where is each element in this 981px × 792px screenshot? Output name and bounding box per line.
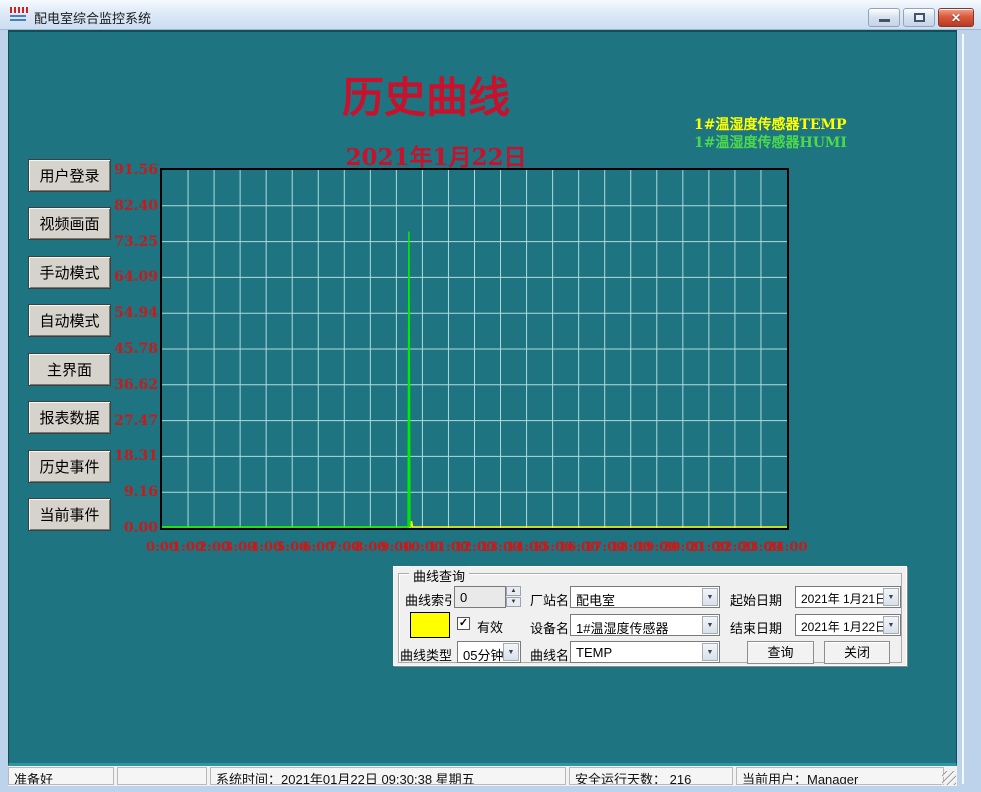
- y-tick-label: 91.56: [100, 161, 158, 179]
- status-ready: 准备好: [8, 767, 114, 785]
- y-tick-label: 18.31: [100, 447, 158, 465]
- end-date-label: 结束日期: [730, 618, 782, 637]
- groupbox-title: 曲线查询: [409, 566, 469, 585]
- titlebar: 配电室综合监控系统 ✕: [0, 0, 981, 30]
- station-label: 厂站名: [530, 590, 569, 609]
- close-button[interactable]: ✕: [938, 8, 974, 27]
- station-value: 配电室: [576, 590, 615, 609]
- legend-item-temp: 1#温湿度传感器TEMP: [694, 116, 847, 134]
- start-date-select[interactable]: 2021年 1月21日 ▼: [795, 586, 901, 608]
- y-tick-label: 73.25: [100, 233, 158, 251]
- minimize-button[interactable]: [868, 8, 900, 27]
- start-date-label: 起始日期: [730, 590, 782, 609]
- valid-label: 有效: [477, 617, 503, 636]
- window-border-highlight: [962, 34, 964, 784]
- device-value: 1#温湿度传感器: [576, 618, 668, 637]
- valid-checkbox[interactable]: ✓: [457, 617, 470, 630]
- curve-name-value: TEMP: [576, 645, 612, 660]
- curve-type-label: 曲线类型: [400, 645, 452, 664]
- curve-index-label: 曲线索引: [405, 590, 457, 609]
- curve-query-panel: 曲线查询 曲线索引 0 ▲ ▼ 厂站名 配电室 ▼ 起始日期 2021年 1月2…: [393, 566, 907, 666]
- y-tick-label: 82.40: [100, 197, 158, 215]
- chevron-down-icon: ▼: [883, 588, 899, 606]
- status-current-user: 当前用户：Manager: [736, 767, 944, 785]
- sidebar-item-current-events[interactable]: 当前事件: [28, 498, 111, 531]
- window-title: 配电室综合监控系统: [34, 8, 151, 27]
- y-tick-label: 9.16: [100, 483, 158, 501]
- y-tick-label: 64.09: [100, 268, 158, 286]
- sidebar-item-auto-mode[interactable]: 自动模式: [28, 304, 111, 337]
- device-label: 设备名: [530, 618, 569, 637]
- spin-up-icon[interactable]: ▲: [506, 586, 521, 596]
- chevron-down-icon: ▼: [702, 616, 718, 634]
- close-icon: ✕: [951, 11, 961, 25]
- y-tick-label: 27.47: [100, 412, 158, 430]
- query-button[interactable]: 查询: [747, 641, 814, 664]
- chevron-down-icon: ▼: [702, 588, 718, 606]
- curve-type-value: 05分钟: [463, 645, 503, 664]
- chart-legend: 1#温湿度传感器TEMP 1#温湿度传感器HUMI: [694, 116, 847, 152]
- chevron-down-icon: ▼: [702, 643, 718, 661]
- status-empty: [117, 767, 207, 785]
- y-tick-label: 0.00: [100, 519, 158, 537]
- curve-index-stepper: ▲ ▼: [506, 586, 521, 608]
- maximize-button[interactable]: [903, 8, 935, 27]
- sidebar-item-report-data[interactable]: 报表数据: [28, 401, 111, 434]
- sidebar-item-history-events[interactable]: 历史事件: [28, 450, 111, 483]
- status-safe-days: 安全运行天数： 216: [569, 767, 733, 785]
- close-panel-button[interactable]: 关闭: [824, 641, 890, 664]
- sidebar-item-main-screen[interactable]: 主界面: [28, 353, 111, 386]
- chevron-down-icon: ▼: [883, 616, 899, 634]
- device-select[interactable]: 1#温湿度传感器 ▼: [570, 614, 720, 636]
- legend-item-humi: 1#温湿度传感器HUMI: [694, 134, 847, 152]
- sidebar-item-video-screen[interactable]: 视频画面: [28, 207, 111, 240]
- sidebar-item-manual-mode[interactable]: 手动模式: [28, 256, 111, 289]
- chevron-down-icon: ▼: [503, 643, 519, 661]
- y-tick-label: 54.94: [100, 304, 158, 322]
- end-date-value: 2021年 1月22日: [801, 618, 887, 635]
- series-1#温湿度传感器HUMI: [162, 232, 410, 528]
- start-date-value: 2021年 1月21日: [801, 590, 887, 607]
- spin-down-icon[interactable]: ▼: [506, 597, 521, 607]
- curve-color-swatch[interactable]: [410, 612, 450, 638]
- station-select[interactable]: 配电室 ▼: [570, 586, 720, 608]
- curve-name-label: 曲线名: [530, 645, 569, 664]
- y-tick-label: 36.62: [100, 376, 158, 394]
- status-bar: 准备好 系统时间：2021年01月22日 09:30:38 星期五 安全运行天数…: [8, 766, 957, 786]
- minimize-icon: [879, 19, 890, 22]
- curve-name-select[interactable]: TEMP ▼: [570, 641, 720, 663]
- x-tick-label: 24:00: [767, 540, 808, 555]
- maximize-icon: [914, 13, 925, 22]
- sidebar-item-user-login[interactable]: 用户登录: [28, 159, 111, 192]
- client-area: 历史曲线 2021年1月22日 1#温湿度传感器TEMP 1#温湿度传感器HUM…: [8, 30, 957, 766]
- y-tick-label: 45.78: [100, 340, 158, 358]
- app-icon: [10, 7, 28, 23]
- resize-grip[interactable]: [942, 771, 956, 785]
- curve-index-input[interactable]: 0: [454, 586, 506, 608]
- status-system-time: 系统时间：2021年01月22日 09:30:38 星期五: [210, 767, 566, 785]
- curve-type-select[interactable]: 05分钟 ▼: [457, 641, 521, 663]
- end-date-select[interactable]: 2021年 1月22日 ▼: [795, 614, 901, 636]
- plot-area: [160, 168, 789, 530]
